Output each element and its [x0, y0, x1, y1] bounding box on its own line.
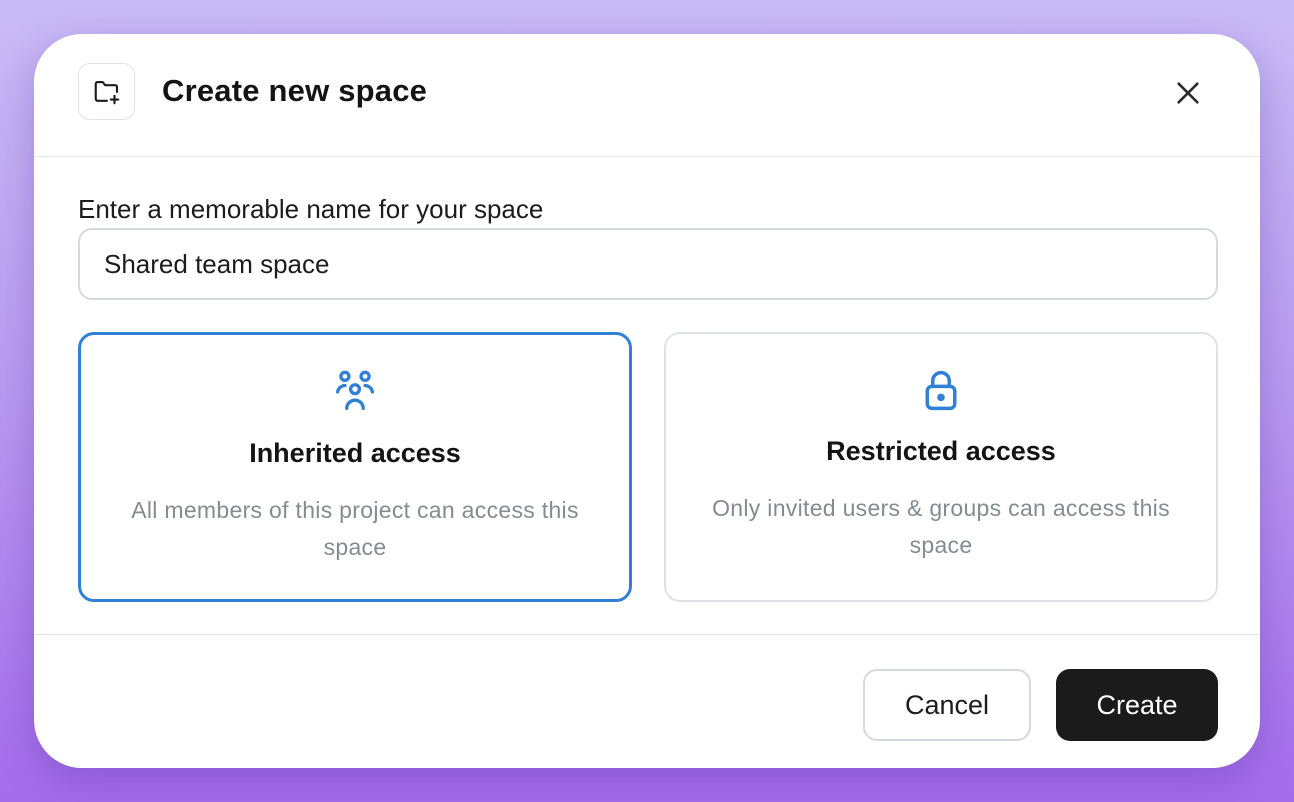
space-name-label: Enter a memorable name for your space [78, 194, 544, 224]
access-option-description: All members of this project can access t… [131, 497, 579, 560]
access-option-inherited[interactable]: Inherited access All members of this pro… [78, 332, 632, 602]
access-option-restricted[interactable]: Restricted access Only invited users & g… [664, 332, 1218, 602]
create-space-dialog: Create new space Enter a memorable name … [34, 34, 1260, 768]
close-button[interactable] [1170, 75, 1206, 111]
space-name-input[interactable] [78, 228, 1218, 300]
access-option-title: Inherited access [249, 438, 461, 468]
dialog-title: Create new space [162, 73, 428, 108]
access-option-description: Only invited users & groups can access t… [712, 495, 1170, 558]
dialog-footer: Cancel Create [34, 634, 1260, 768]
lock-icon [666, 368, 1216, 412]
users-icon [81, 369, 629, 413]
folder-plus-icon [78, 63, 135, 120]
close-icon [1177, 82, 1199, 104]
dialog-header: Create new space [34, 34, 1260, 157]
access-option-title: Restricted access [826, 436, 1056, 466]
cancel-button[interactable]: Cancel [863, 669, 1031, 741]
create-button[interactable]: Create [1056, 669, 1218, 741]
